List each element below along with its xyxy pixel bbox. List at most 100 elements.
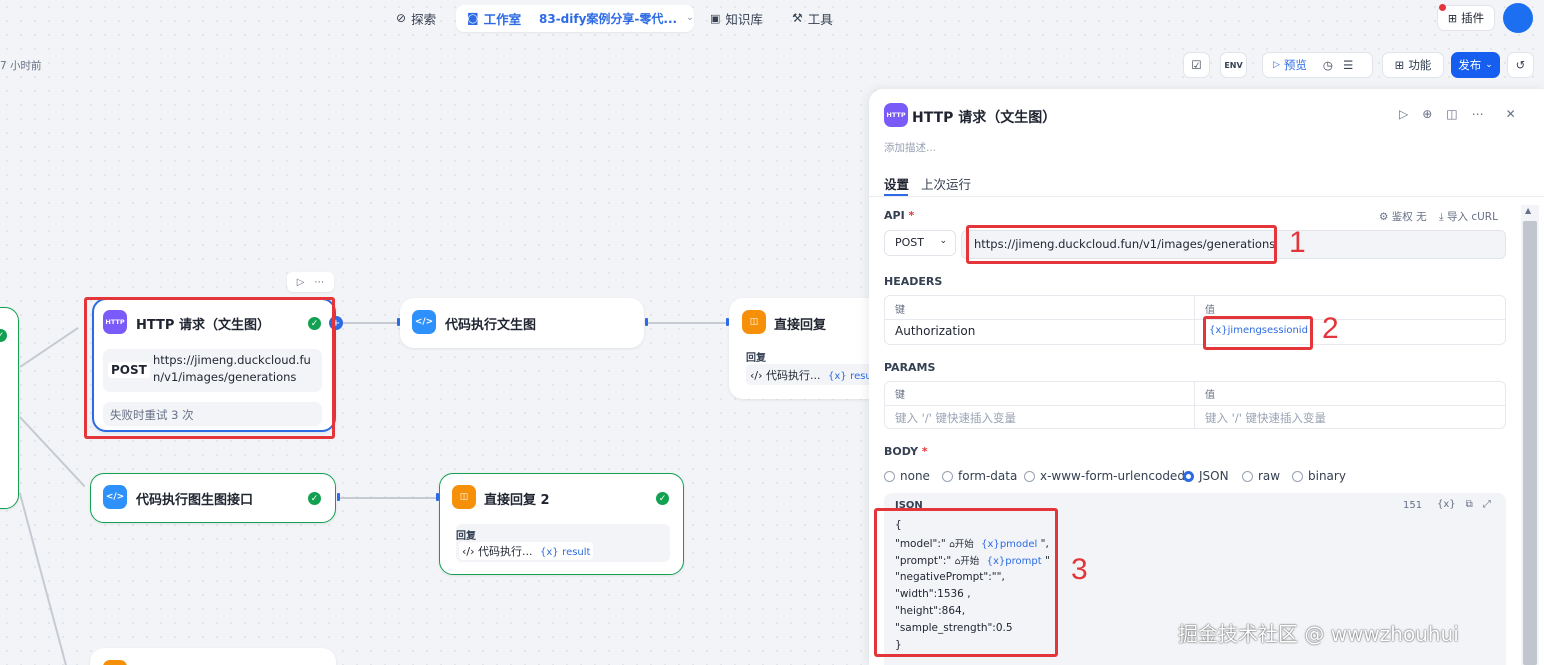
- radio-none[interactable]: none: [884, 469, 930, 483]
- checklist-button[interactable]: ☑: [1183, 52, 1210, 78]
- expand-icon[interactable]: ⤢: [1483, 499, 1491, 510]
- radio-form-data[interactable]: form-data: [942, 469, 1017, 483]
- insert-variable-icon[interactable]: {x}: [1437, 499, 1456, 510]
- row-divider: [884, 319, 1506, 320]
- features-button[interactable]: ⊞ 功能: [1382, 52, 1444, 78]
- import-curl-button[interactable]: ⤓ 导入 cURL: [1439, 209, 1498, 224]
- node-title: 代码执行图生图接口: [136, 493, 254, 508]
- scrollbar-thumb[interactable]: [1523, 221, 1537, 665]
- edge: [19, 326, 79, 368]
- copy-icon[interactable]: ⧉: [1466, 499, 1473, 510]
- code-icon: </>: [103, 485, 127, 509]
- column-divider: [1194, 295, 1195, 345]
- panel-title[interactable]: HTTP 请求（文生图）: [912, 107, 1056, 127]
- tab-last-run[interactable]: 上次运行: [921, 174, 971, 193]
- saved-time: 7 小时前: [0, 60, 42, 72]
- app-switcher[interactable]: 83-dify案例分享-零代... ⌄: [539, 8, 694, 28]
- radio-dot: [1242, 470, 1253, 482]
- radio-dot: [884, 470, 895, 482]
- reply-label: 回复: [746, 353, 766, 364]
- edge: [19, 492, 70, 665]
- reply-icon: [103, 660, 127, 665]
- auth-button[interactable]: ⚙ 鉴权 无: [1379, 209, 1427, 224]
- nav-explore[interactable]: ⊘ 探索: [396, 8, 436, 28]
- log-list-icon[interactable]: ☰: [1343, 58, 1353, 72]
- run-node-icon[interactable]: ▷: [297, 277, 305, 288]
- body-label: BODY *: [884, 445, 928, 458]
- node-port[interactable]: [645, 318, 648, 326]
- tab-settings[interactable]: 设置: [884, 174, 909, 193]
- book-icon: ▣: [710, 11, 721, 25]
- robot-icon: ◙: [467, 11, 479, 25]
- radio-dot: [1024, 470, 1035, 482]
- nav-studio[interactable]: ◙ 工作室: [467, 8, 521, 28]
- code-ref-icon: ‹/›: [750, 369, 763, 382]
- annotation-box: [84, 297, 335, 439]
- checklist-icon: ☑: [1191, 58, 1202, 72]
- node-title: 直接回复 2: [484, 493, 550, 508]
- history-run-icon[interactable]: ◷: [1323, 58, 1333, 72]
- http-icon: HTTP: [884, 103, 908, 127]
- reply-icon: ◫: [452, 485, 476, 509]
- plugin-icon: ⊞: [1447, 11, 1458, 25]
- partial-node[interactable]: [90, 648, 336, 665]
- radio-urlencoded[interactable]: x-www-form-urlencoded: [1024, 469, 1185, 483]
- hammer-icon: ⚒: [792, 11, 803, 25]
- split-view-icon[interactable]: ◫: [1446, 107, 1457, 121]
- grid-icon: ⊞: [1394, 58, 1405, 72]
- reply-content: ‹/› 代码执行... {x} result: [459, 542, 594, 560]
- close-icon[interactable]: ✕: [1506, 107, 1516, 121]
- headers-label: HEADERS: [884, 275, 943, 288]
- radio-raw[interactable]: raw: [1242, 469, 1280, 483]
- notification-dot: [1439, 4, 1446, 11]
- param-value-input[interactable]: 键入 '/' 键快速插入变量: [1205, 410, 1326, 426]
- chevron-down-icon: ⌄: [686, 13, 694, 23]
- value-column-header: 值: [1205, 390, 1215, 401]
- chevron-down-icon: ⌄: [1485, 60, 1493, 70]
- node-port[interactable]: [397, 318, 400, 326]
- node-port[interactable]: [436, 493, 439, 501]
- var-icon: {x}: [828, 371, 847, 382]
- more-icon[interactable]: ⋯: [1472, 107, 1484, 121]
- radio-binary[interactable]: binary: [1292, 469, 1346, 483]
- node-port[interactable]: [726, 318, 729, 326]
- preview-button[interactable]: 预览: [1284, 57, 1307, 73]
- key-column-header: 键: [895, 305, 905, 316]
- help-icon[interactable]: ⊕: [1422, 107, 1432, 121]
- description-input[interactable]: 添加描述...: [884, 140, 936, 155]
- annotation-number: 1: [1289, 226, 1306, 259]
- edge: [340, 322, 402, 324]
- env-icon: ENV: [1224, 60, 1243, 70]
- nav-knowledge[interactable]: ▣ 知识库: [710, 8, 763, 28]
- edge: [19, 416, 86, 487]
- node-actions: ▷ ⋯: [287, 272, 334, 292]
- node-title: 代码执行文生图: [445, 318, 537, 333]
- header-key-input[interactable]: Authorization: [895, 324, 975, 338]
- param-key-input[interactable]: 键入 '/' 键快速插入变量: [895, 410, 1016, 426]
- run-node-icon[interactable]: ▷: [1399, 107, 1408, 121]
- avatar[interactable]: [1503, 3, 1533, 33]
- version-history-button[interactable]: ↺: [1507, 52, 1534, 78]
- scroll-up-icon[interactable]: ▲: [1525, 206, 1531, 215]
- var-icon: {x}: [540, 547, 559, 558]
- publish-button[interactable]: 发布 ⌄: [1451, 52, 1500, 78]
- gear-icon: ⚙: [1379, 211, 1389, 223]
- annotation-number: 2: [1322, 312, 1339, 345]
- reply-icon: ◫: [742, 310, 766, 334]
- method-select[interactable]: POST ⌄: [884, 230, 956, 256]
- editor-actions: {x} ⧉ ⤢: [1437, 499, 1491, 510]
- key-column-header: 键: [895, 390, 905, 401]
- preview-group: ▷ 预览 ◷ ☰: [1262, 52, 1373, 78]
- divider: [869, 196, 1544, 197]
- radio-json[interactable]: JSON: [1183, 469, 1229, 483]
- annotation-box: [1203, 316, 1313, 350]
- play-icon: ▷: [1273, 60, 1280, 70]
- reply-label: 回复: [456, 531, 476, 542]
- history-icon: ↺: [1515, 58, 1526, 72]
- node-port[interactable]: [337, 493, 340, 501]
- node-title: 直接回复: [774, 318, 827, 333]
- more-icon[interactable]: ⋯: [314, 277, 324, 288]
- nav-tools[interactable]: ⚒ 工具: [792, 8, 833, 28]
- env-button[interactable]: ENV: [1220, 52, 1247, 78]
- radio-dot: [942, 470, 953, 482]
